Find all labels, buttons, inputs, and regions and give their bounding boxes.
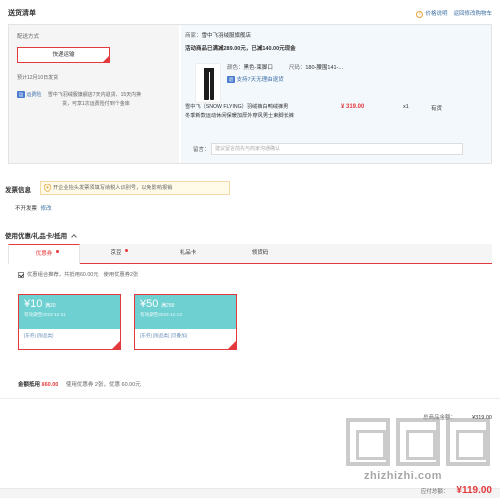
freight-insurance-label[interactable]: 运费险 <box>26 92 41 98</box>
discount-tabs: 优惠券 京豆 礼品卡 领货码 <box>8 244 492 264</box>
coupon-amount: ¥50 <box>140 298 159 310</box>
coupon-card[interactable]: ¥50 满299 有效期至2023-12-13 [东券] [限品类] [可叠加] <box>134 294 237 350</box>
coupon-condition: 满299 <box>161 303 175 309</box>
seller-name[interactable]: 雪中飞羽绒服旗舰店 <box>202 33 252 39</box>
watermark-glyph <box>446 418 490 466</box>
product-price: ¥ 319.00 <box>341 104 365 110</box>
coupon-tags: [东券] [限品类] <box>24 333 54 338</box>
pay-total: 应付总额： ¥119.00 <box>420 485 492 496</box>
return-support: 退 支持7天无理由退货 <box>227 75 284 84</box>
tab-coupons[interactable]: 优惠券 <box>8 244 80 264</box>
product-attrs: 颜色：黑色-束脚口 尺码：180-腰围141-... <box>227 65 343 71</box>
coupon-date: 有效期至2023-12-13 <box>140 312 182 317</box>
watermark-text: zhizhizhi.com <box>364 470 442 482</box>
price-note-link[interactable]: i 价格说明 <box>416 9 447 18</box>
promo-text: 活动商品已满减289.00元，已减140.00元现金 <box>185 46 296 52</box>
watermark: zhizhizhi.com <box>346 418 496 488</box>
coupon-combo-option: 优惠组合推荐，共抵用60.00元 使用优惠券2张 <box>18 270 138 278</box>
back-cart-link[interactable]: 返回修改购物车 <box>453 9 492 18</box>
delivery-note: 预计12月10日发货 <box>17 75 59 81</box>
discount-title[interactable]: 使用优惠/礼品卡/抵用 <box>5 230 77 240</box>
coupon-selected-corner <box>228 341 236 349</box>
return-text[interactable]: 支持7天无理由退货 <box>237 77 284 83</box>
watermark-glyph <box>396 418 440 466</box>
seller-info: 商家：雪中飞羽绒服旗舰店 <box>185 31 251 39</box>
location-pin-icon <box>44 184 51 192</box>
color-value: 黑色-束脚口 <box>243 65 273 71</box>
remark-label: 留言： <box>193 147 210 153</box>
page-title: 送货清单 <box>8 10 36 17</box>
tab-dot <box>125 249 128 252</box>
divider <box>0 398 500 399</box>
header-links: i 价格说明 返回修改购物车 <box>416 9 492 18</box>
coupon-condition: 满20 <box>45 303 56 309</box>
freight-desc-2: 货，可享1次运费险付到个金库 <box>62 101 130 107</box>
freight-insurance: 运 运费险 雪中飞羽绒服旗舰店7天内退货、15天内换 货，可享1次运费险付到个金… <box>17 91 175 109</box>
product-name[interactable]: 雪中飞（SNOW FLYING）羽绒裤白鸭绒裤男 冬季新款运动休闲保暖加厚外穿风… <box>185 103 330 121</box>
freight-desc-1: 雪中飞羽绒服旗舰店7天内退货、15天内换 <box>47 92 142 98</box>
seller-label: 商家： <box>185 33 202 39</box>
stock-status: 有货 <box>431 106 443 112</box>
deduction-amount: ¥60.00 <box>41 382 59 388</box>
tab-jingdou[interactable]: 京豆 <box>80 244 152 264</box>
pants-image <box>204 68 214 100</box>
tab-claim-code[interactable]: 领货码 <box>224 244 296 264</box>
coupon-list: ¥10 满20 有效期至2023-12-31 [东券] [限品类] ¥50 满2… <box>8 284 492 369</box>
remark-input[interactable]: 建议留言前先与商家沟通确认 <box>211 143 463 155</box>
invoice-notice: 开企业抬头发票须填写纳税人识别号，以免影响报销 <box>40 181 230 195</box>
combo-checkbox[interactable] <box>18 271 24 278</box>
size-value: 180-腰围141-... <box>305 65 343 71</box>
freight-tag-icon: 运 <box>17 91 25 99</box>
coupon-selected-corner <box>112 341 120 349</box>
invoice-modify-link[interactable]: 修改 <box>41 206 52 212</box>
deduction-row: 金额抵用 ¥60.00 使用优惠券 2张，优惠 60.00元 <box>18 382 141 388</box>
shipping-list: 配送方式 快递运输 预计12月10日发货 运 运费险 雪中飞羽绒服旗舰店7天内退… <box>8 24 492 164</box>
chevron-up-icon <box>71 234 77 240</box>
express-shipping-button[interactable]: 快递运输 <box>17 47 110 63</box>
store-pane: 商家：雪中飞羽绒服旗舰店 活动商品已满减289.00元，已减140.00元现金 … <box>181 25 491 163</box>
tab-gift-card[interactable]: 礼品卡 <box>152 244 224 264</box>
return-icon: 退 <box>227 76 235 84</box>
coupon-amount: ¥10 <box>24 298 43 310</box>
invoice-title: 发票信息 <box>5 187 31 194</box>
deduction-desc: 使用优惠券 2张，优惠 60.00元 <box>65 382 141 388</box>
product-qty: x1 <box>403 104 409 110</box>
coupon-card[interactable]: ¥10 满20 有效期至2023-12-31 [东券] [限品类] <box>18 294 121 350</box>
pay-total-value: ¥119.00 <box>456 485 492 496</box>
product-thumbnail[interactable] <box>195 63 221 103</box>
info-icon: i <box>416 11 424 18</box>
shipping-method-label: 配送方式 <box>17 34 40 40</box>
coupon-date: 有效期至2023-12-31 <box>24 312 66 317</box>
watermark-glyph <box>346 418 390 466</box>
shipping-method-pane: 配送方式 快递运输 预计12月10日发货 运 运费险 雪中飞羽绒服旗舰店7天内退… <box>9 25 179 163</box>
tab-dot <box>56 250 59 253</box>
coupon-tags: [东券] [限品类] [可叠加] <box>140 333 187 338</box>
invoice-status: 不开发票 修改 <box>15 206 52 212</box>
